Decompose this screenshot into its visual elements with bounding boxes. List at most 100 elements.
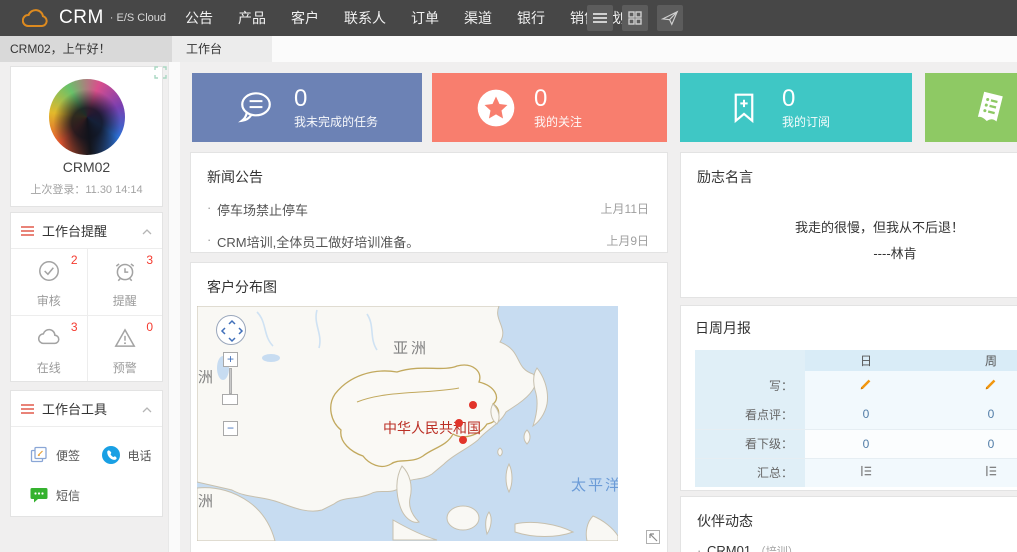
note-icon	[29, 445, 49, 465]
col-day: 日	[805, 350, 927, 371]
pencil-icon[interactable]	[859, 377, 873, 391]
stat-label: 我未完成的任务	[294, 113, 378, 130]
star-circle-icon	[474, 86, 518, 130]
collapse-button[interactable]	[142, 400, 152, 418]
lincoln-portrait	[703, 193, 761, 269]
tool-label: 电话	[128, 447, 152, 464]
nav-item-orders[interactable]: 订单	[411, 8, 439, 28]
row-label: 写：	[695, 371, 805, 400]
zoom-slider-track[interactable]	[229, 368, 232, 394]
nav-item-banks[interactable]: 银行	[517, 8, 545, 28]
quote-line: 我走的很慢，但我从不后退！	[795, 215, 995, 241]
customer-marker[interactable]	[469, 401, 477, 409]
customer-marker[interactable]	[459, 436, 467, 444]
top-nav: CRM · E/S Cloud 公告 产品 客户 联系人 订单 渠道 银行 销售…	[0, 0, 1017, 36]
report-value[interactable]: 0	[927, 429, 1017, 458]
report-value[interactable]: 0	[927, 400, 1017, 429]
zoom-out-button[interactable]: −	[223, 421, 238, 436]
send-icon	[661, 9, 679, 27]
menu-button[interactable]	[587, 5, 613, 31]
nav-item-announcements[interactable]: 公告	[185, 8, 213, 28]
reminder-label: 提醒	[88, 292, 163, 309]
tool-note[interactable]: 便签	[15, 435, 87, 475]
partner-name[interactable]: CRM01	[707, 543, 751, 552]
partners-title: 伙伴动态	[697, 511, 1008, 531]
map-expand-button[interactable]	[646, 530, 660, 544]
report-table: 日 周 写： 看点评：	[695, 350, 1017, 487]
news-title: 新闻公告	[207, 167, 651, 187]
tab-workbench[interactable]: 工作台	[172, 36, 272, 62]
quote-text: 我走的很慢，但我从不后退！ ----林肯	[795, 215, 995, 267]
send-button[interactable]	[657, 5, 683, 31]
arrow-up-left-icon	[649, 533, 658, 542]
warning-triangle-icon	[112, 325, 138, 351]
news-text[interactable]: CRM培训,全体员工做好培训准备。	[217, 235, 419, 250]
grid-button[interactable]	[622, 5, 648, 31]
map-canvas[interactable]: 亚洲 欧洲 非洲 中华人民共和国 太平洋 + −	[197, 306, 618, 541]
bullet: ·	[697, 543, 701, 552]
col-week: 周	[927, 350, 1017, 371]
nav-item-customers[interactable]: 客户	[291, 8, 319, 28]
nav-item-contacts[interactable]: 联系人	[344, 8, 386, 28]
list-icon[interactable]	[985, 465, 998, 477]
tools-title: 工作台工具	[42, 399, 107, 418]
row-label: 看下级：	[695, 429, 805, 458]
list-icon[interactable]	[860, 465, 873, 477]
nav-item-products[interactable]: 产品	[238, 8, 266, 28]
customer-marker[interactable]	[455, 419, 463, 427]
brand-suffix: · E/S Cloud	[110, 12, 166, 24]
tool-sms[interactable]: 短信	[15, 475, 87, 515]
nav-item-channels[interactable]: 渠道	[464, 8, 492, 28]
report-value[interactable]: 0	[805, 429, 927, 458]
pencil-icon[interactable]	[984, 377, 998, 391]
stat-label: 我的关注	[534, 113, 582, 130]
zoom-in-button[interactable]: +	[223, 352, 238, 367]
zoom-slider-knob[interactable]	[222, 394, 238, 405]
fullscreen-icon	[154, 66, 167, 79]
reminders-title: 工作台提醒	[42, 221, 107, 240]
news-text[interactable]: 停车场禁止停车	[217, 203, 308, 218]
cloud-icon	[35, 325, 63, 351]
report-row-comments: 看点评： 0 0	[695, 400, 1017, 429]
nav-menu: 公告 产品 客户 联系人 订单 渠道 银行 销售计划	[185, 8, 626, 28]
profile-name: CRM02	[11, 159, 162, 175]
brand[interactable]: CRM · E/S Cloud	[0, 7, 185, 29]
avatar[interactable]	[49, 79, 125, 155]
reminder-label: 预警	[88, 359, 163, 376]
report-header-row: 日 周	[695, 350, 1017, 371]
quote-author: ----林肯	[795, 241, 995, 267]
reminder-alerts[interactable]: 提醒 3	[87, 249, 163, 315]
bullet: ·	[207, 200, 211, 215]
news-item[interactable]: · CRM培训,全体员工做好培训准备。 上月9日	[207, 232, 651, 251]
map-pan-control[interactable]	[216, 315, 246, 345]
tool-phone[interactable]: 电话	[87, 435, 159, 475]
collapse-button[interactable]	[142, 222, 152, 240]
quote-title: 励志名言	[697, 167, 1008, 187]
news-item[interactable]: · 停车场禁止停车 上月11日	[207, 200, 651, 219]
partner-item[interactable]: · CRM01 （培训）	[697, 543, 1008, 552]
stat-card-unfinished-tasks[interactable]: 0 我未完成的任务	[192, 73, 422, 142]
sidebar-scrollbar[interactable]	[168, 62, 180, 552]
stat-value: 0	[534, 86, 582, 112]
reminder-online[interactable]: 在线 3	[11, 315, 87, 381]
pan-arrows-icon	[217, 316, 247, 346]
bullet: ·	[207, 232, 211, 247]
stat-value: 0	[782, 86, 830, 112]
news-card: 新闻公告 · 停车场禁止停车 上月11日 · CRM培训,全体员工做好培训准备。…	[190, 152, 668, 253]
report-row-summary: 汇总：	[695, 458, 1017, 487]
alarm-clock-icon	[112, 258, 138, 284]
expand-sidebar-button[interactable]	[154, 66, 167, 84]
reminder-warnings[interactable]: 预警 0	[87, 315, 163, 381]
stat-card-reports[interactable]: 0	[925, 73, 1017, 142]
workbench-tools-card: 工作台工具 便签 电话	[10, 390, 163, 517]
tools-header: 工作台工具	[11, 391, 162, 427]
reminders-header: 工作台提醒	[11, 213, 162, 249]
sms-icon	[29, 485, 49, 505]
profile-card: CRM02 上次登录：11.30 14:14	[10, 66, 163, 207]
reminder-audit[interactable]: 审核 2	[11, 249, 87, 315]
reminder-label: 审核	[11, 292, 87, 309]
report-value[interactable]: 0	[805, 400, 927, 429]
workbench-reminders-card: 工作台提醒 审核 2	[10, 212, 163, 382]
stat-card-my-follows[interactable]: 0 我的关注	[432, 73, 667, 142]
stat-card-my-subscriptions[interactable]: 0 我的订阅	[680, 73, 912, 142]
